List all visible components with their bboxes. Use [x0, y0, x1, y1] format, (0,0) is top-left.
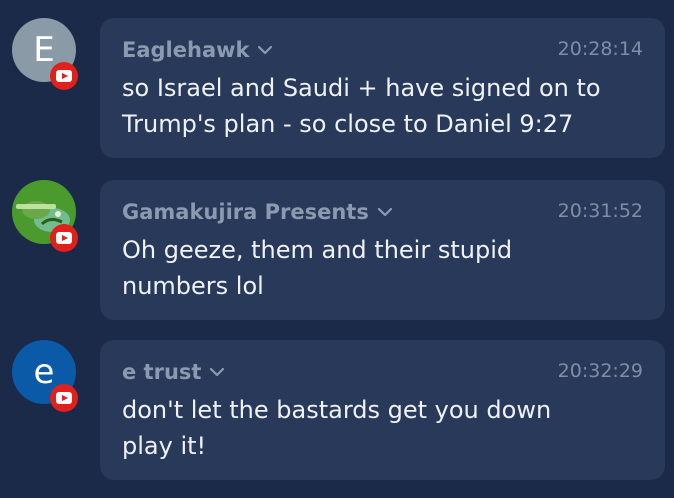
youtube-icon — [50, 62, 78, 90]
chevron-down-icon[interactable] — [377, 207, 393, 217]
message-header: Eaglehawk 20:28:14 — [122, 36, 643, 64]
avatar-letter: e — [33, 352, 55, 392]
message-timestamp: 20:28:14 — [557, 38, 643, 60]
message-text: Oh geeze, them and their stupid numbers … — [122, 236, 513, 300]
message-header: e trust 20:32:29 — [122, 358, 643, 386]
message-timestamp: 20:32:29 — [557, 360, 643, 382]
message-bubble: e trust 20:32:29 don't let the bastards … — [100, 340, 665, 480]
author-name[interactable]: Eaglehawk — [122, 38, 249, 62]
chat-feed: E Eaglehawk 20:28:14 so Israel and Saudi… — [0, 0, 674, 498]
chevron-down-icon[interactable] — [209, 367, 225, 377]
avatar-letter: E — [33, 30, 55, 70]
author-name[interactable]: Gamakujira Presents — [122, 200, 369, 224]
chevron-down-icon[interactable] — [257, 45, 273, 55]
message-timestamp: 20:31:52 — [557, 200, 643, 222]
youtube-icon — [50, 224, 78, 252]
message-bubble: Gamakujira Presents 20:31:52 Oh geeze, t… — [100, 180, 665, 320]
message-header: Gamakujira Presents 20:31:52 — [122, 198, 643, 226]
message-text: don't let the bastards get you down play… — [122, 396, 552, 460]
youtube-icon — [50, 384, 78, 412]
author-name[interactable]: e trust — [122, 360, 201, 384]
message-text: so Israel and Saudi + have signed on to … — [122, 74, 601, 138]
message-bubble: Eaglehawk 20:28:14 so Israel and Saudi +… — [100, 18, 665, 158]
